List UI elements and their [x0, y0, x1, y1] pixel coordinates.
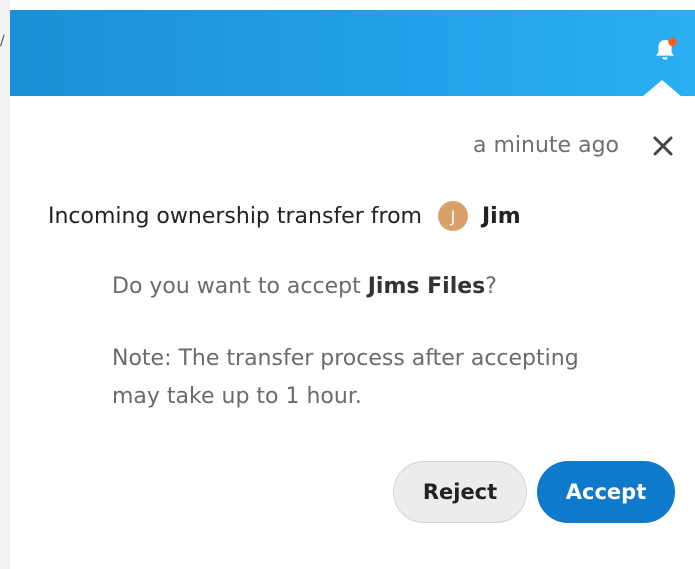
- notification-timestamp: a minute ago: [473, 133, 619, 158]
- file-name: Jims Files: [367, 274, 486, 299]
- close-icon: [653, 136, 673, 156]
- partial-glyph: /: [0, 33, 5, 49]
- notification-title-text: Incoming ownership transfer from: [48, 203, 422, 229]
- popover-caret: [642, 80, 682, 97]
- accept-question: Do you want to accept Jims Files?: [112, 268, 672, 306]
- avatar[interactable]: J: [437, 201, 468, 231]
- notification-meta: a minute ago: [473, 130, 677, 162]
- transfer-note: Note: The transfer process after accepti…: [112, 340, 672, 416]
- notification-message: Do you want to accept Jims Files? Note: …: [112, 268, 672, 416]
- dismiss-button[interactable]: [649, 132, 677, 160]
- accept-button[interactable]: Accept: [537, 461, 675, 523]
- background-app-edge: /: [0, 0, 10, 569]
- bell-icon: [656, 37, 677, 60]
- top-header-bar: [10, 10, 695, 96]
- notifications-button[interactable]: [649, 34, 681, 66]
- action-buttons: Reject Accept: [393, 461, 675, 523]
- notification-popover: a minute ago Incoming ownership transfer…: [10, 80, 695, 569]
- note-line-1: Note: The transfer process after accepti…: [112, 346, 579, 371]
- user-name-link[interactable]: Jim: [482, 204, 521, 229]
- app-window: / a minute ago Incoming ownership transf…: [0, 0, 695, 569]
- question-suffix: ?: [485, 274, 497, 299]
- reject-button[interactable]: Reject: [393, 461, 527, 523]
- notification-title: Incoming ownership transfer from J Jim: [48, 198, 521, 234]
- unread-dot: [668, 37, 677, 47]
- question-prefix: Do you want to accept: [112, 274, 368, 299]
- note-line-2: may take up to 1 hour.: [112, 384, 362, 409]
